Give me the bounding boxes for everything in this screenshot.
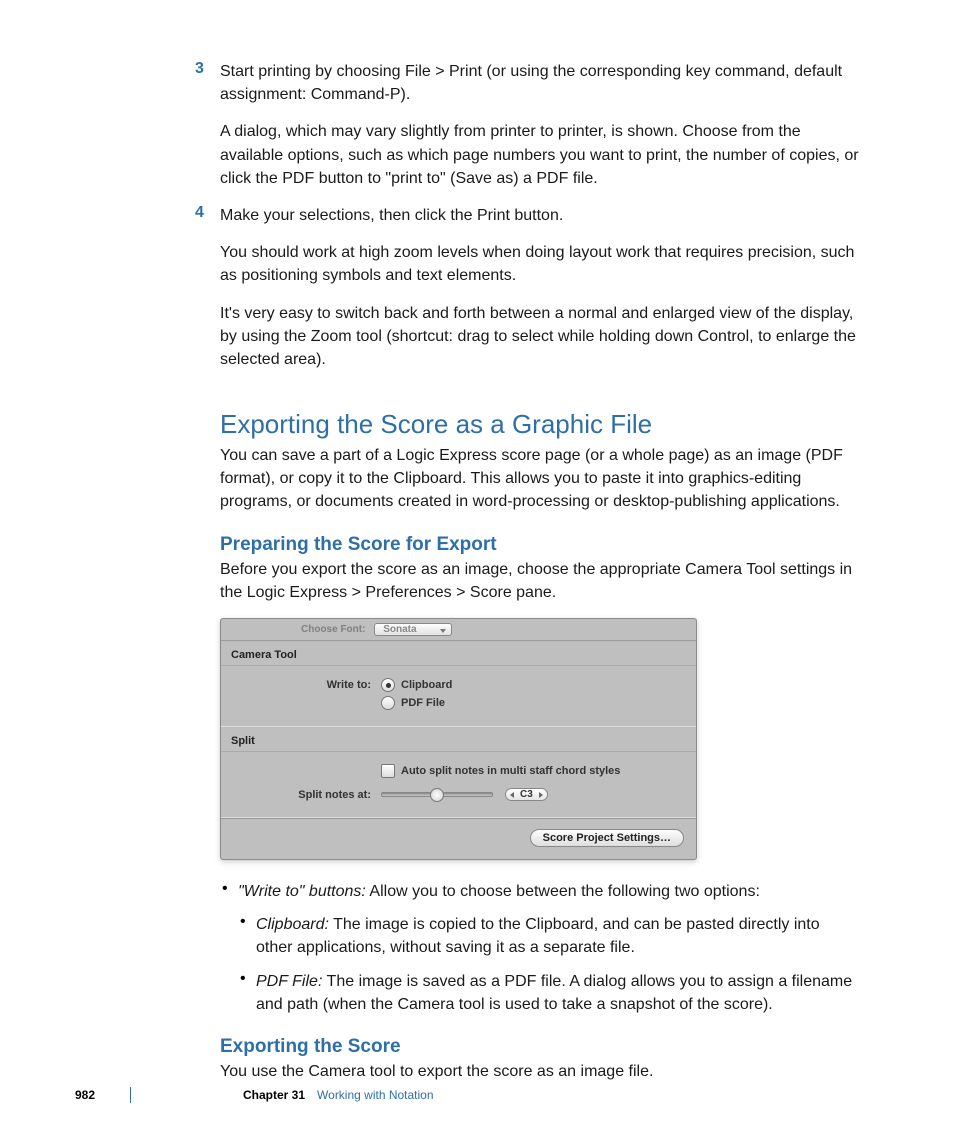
stepper-up-icon bbox=[539, 792, 543, 798]
radio-pdf[interactable] bbox=[381, 696, 395, 710]
step-4-note2: It's very easy to switch back and forth … bbox=[220, 302, 860, 372]
prefs-screenshot: Choose Font: Sonata Camera Tool Write to… bbox=[220, 618, 697, 860]
radio-clipboard[interactable] bbox=[381, 678, 395, 692]
radio-pdf-label: PDF File bbox=[401, 697, 445, 709]
page-number: 982 bbox=[75, 1088, 130, 1102]
step-3: 3 Start printing by choosing File > Prin… bbox=[220, 60, 860, 190]
bullet-pdf: PDF File: The image is saved as a PDF fi… bbox=[220, 970, 860, 1016]
bullet-clipboard-body: The image is copied to the Clipboard, an… bbox=[256, 916, 820, 956]
checkbox-autosplit-label: Auto split notes in multi staff chord st… bbox=[401, 765, 620, 777]
bullet-clipboard-label: Clipboard: bbox=[256, 916, 329, 933]
section-camera-tool: Camera Tool bbox=[221, 641, 696, 665]
bullet-write-to: "Write to" buttons: Allow you to choose … bbox=[220, 880, 860, 903]
bullet-clipboard: Clipboard: The image is copied to the Cl… bbox=[220, 913, 860, 959]
chapter-title: Working with Notation bbox=[317, 1088, 434, 1102]
step-4-note1: You should work at high zoom levels when… bbox=[220, 241, 860, 287]
step-3-text: Start printing by choosing File > Print … bbox=[220, 60, 860, 106]
subhead-body: Before you export the score as an image,… bbox=[220, 558, 860, 604]
write-to-label: Write to: bbox=[231, 679, 375, 691]
bullet-write-to-label: "Write to" buttons: bbox=[238, 883, 366, 900]
step-4: 4 Make your selections, then click the P… bbox=[220, 204, 860, 371]
font-combo[interactable]: Sonata bbox=[374, 623, 451, 636]
stepper-down-icon bbox=[510, 792, 514, 798]
heading-exporting: Exporting the Score as a Graphic File bbox=[220, 409, 860, 440]
split-slider[interactable] bbox=[381, 792, 493, 797]
radio-clipboard-label: Clipboard bbox=[401, 679, 452, 691]
chapter-label: Chapter 31 bbox=[243, 1088, 305, 1102]
subhead-exporting-body: You use the Camera tool to export the sc… bbox=[220, 1060, 860, 1083]
split-value-stepper[interactable]: C3 bbox=[505, 788, 548, 801]
step-4-text: Make your selections, then click the Pri… bbox=[220, 204, 860, 227]
step-number: 4 bbox=[195, 204, 204, 222]
footer-divider bbox=[130, 1087, 131, 1103]
section-split: Split bbox=[221, 727, 696, 751]
subhead-exporting: Exporting the Score bbox=[220, 1036, 860, 1058]
choose-font-label: Choose Font: bbox=[301, 624, 365, 635]
score-project-settings-button[interactable]: Score Project Settings… bbox=[530, 829, 684, 847]
step-number: 3 bbox=[195, 60, 204, 78]
bullet-pdf-label: PDF File: bbox=[256, 973, 322, 990]
heading-body: You can save a part of a Logic Express s… bbox=[220, 444, 860, 514]
split-notes-label: Split notes at: bbox=[231, 789, 375, 801]
bullet-pdf-body: The image is saved as a PDF file. A dial… bbox=[256, 973, 852, 1013]
checkbox-autosplit[interactable] bbox=[381, 764, 395, 778]
bullet-write-to-body: Allow you to choose between the followin… bbox=[366, 883, 760, 900]
page-footer: 982 Chapter 31 Working with Notation bbox=[75, 1087, 879, 1103]
subhead-preparing: Preparing the Score for Export bbox=[220, 534, 860, 556]
step-3-note: A dialog, which may vary slightly from p… bbox=[220, 120, 860, 190]
